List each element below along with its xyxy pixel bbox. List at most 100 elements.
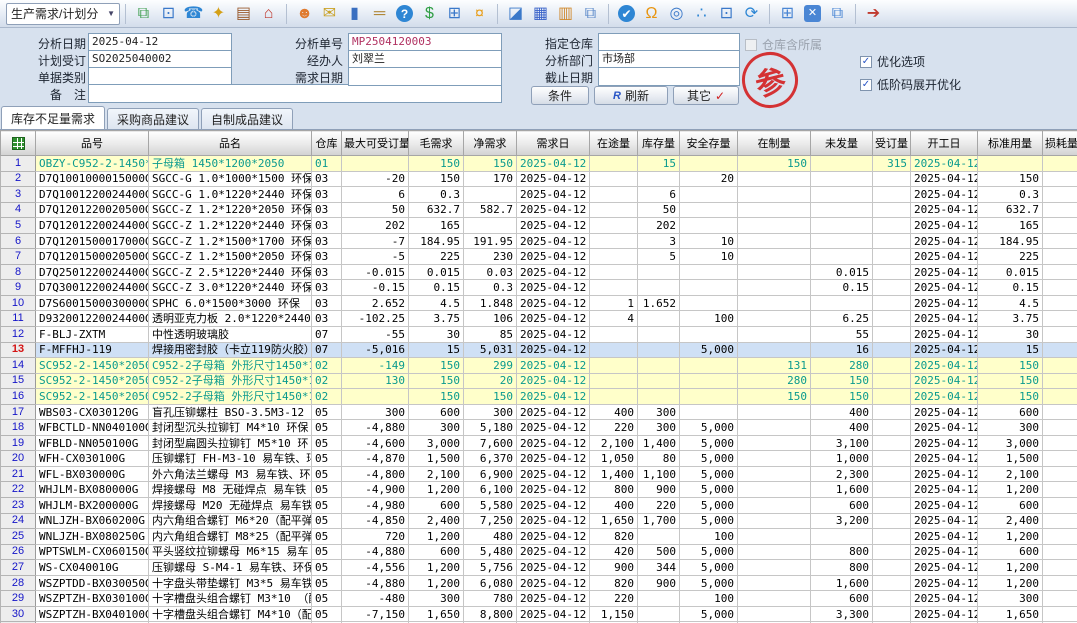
table-row[interactable]: 21WFL-BX030000G外六角法兰螺母 M3 易车铁、环05-4,8002…: [1, 466, 1077, 482]
table-cell[interactable]: SC952-2-1450*2050-1: [36, 373, 149, 389]
column-header[interactable]: 需求日: [517, 131, 590, 156]
row-number[interactable]: 12: [1, 327, 36, 343]
column-header[interactable]: 最大可受订量: [342, 131, 409, 156]
table-cell[interactable]: 0.03: [464, 264, 517, 280]
table-cell[interactable]: [738, 560, 811, 576]
table-cell[interactable]: 05: [312, 560, 342, 576]
table-cell[interactable]: [738, 420, 811, 436]
table-cell[interactable]: 150: [811, 373, 873, 389]
table-cell[interactable]: 2025-04-12: [911, 187, 978, 203]
lock-key-icon[interactable]: ✦: [206, 3, 231, 25]
table-cell[interactable]: 1,200: [409, 529, 464, 545]
table-cell[interactable]: 632.7: [978, 202, 1043, 218]
table-cell[interactable]: 1,200: [978, 560, 1043, 576]
table-cell[interactable]: 外六角法兰螺母 M3 易车铁、环: [149, 466, 312, 482]
table-cell[interactable]: [638, 342, 680, 358]
table-cell[interactable]: WBS03-CX030120G: [36, 404, 149, 420]
table-row[interactable]: 2D7Q1001000015000GSGCC-G 1.0*1000*1500 环…: [1, 171, 1077, 187]
table-cell[interactable]: [638, 171, 680, 187]
table-cell[interactable]: 7,250: [464, 513, 517, 529]
table-cell[interactable]: 300: [638, 420, 680, 436]
table-cell[interactable]: 1,600: [811, 575, 873, 591]
table-cell[interactable]: [1043, 529, 1077, 545]
table-cell[interactable]: [873, 389, 911, 405]
export-excel-header-cell[interactable]: [1, 131, 36, 156]
table-cell[interactable]: [738, 218, 811, 234]
excel-icon[interactable]: [12, 137, 25, 150]
column-header[interactable]: 品号: [36, 131, 149, 156]
table-cell[interactable]: -4,900: [342, 482, 409, 498]
table-cell[interactable]: 2025-04-12: [517, 513, 590, 529]
table-cell[interactable]: 2025-04-12: [517, 529, 590, 545]
table-cell[interactable]: [873, 280, 911, 296]
shopping-cart-icon[interactable]: ⊞: [442, 3, 467, 25]
table-cell[interactable]: 2025-04-12: [517, 233, 590, 249]
table-row[interactable]: 4D7Q1201220020500GSGCC-Z 1.2*1220*2050 环…: [1, 202, 1077, 218]
table-cell[interactable]: [738, 327, 811, 343]
table-cell[interactable]: 2025-04-12: [911, 482, 978, 498]
table-cell[interactable]: [342, 389, 409, 405]
briefcase-icon[interactable]: ▤: [231, 3, 256, 25]
table-cell[interactable]: WFH-CX030100G: [36, 451, 149, 467]
table-cell[interactable]: 2025-04-12: [517, 156, 590, 172]
table-cell[interactable]: 2025-04-12: [911, 156, 978, 172]
table-cell[interactable]: 3.75: [409, 311, 464, 327]
table-cell[interactable]: 2025-04-12: [911, 544, 978, 560]
table-cell[interactable]: 2025-04-12: [517, 358, 590, 374]
mail-icon[interactable]: ✉: [317, 3, 342, 25]
table-cell[interactable]: 1,100: [638, 466, 680, 482]
table-cell[interactable]: [873, 264, 911, 280]
doc-search-icon[interactable]: ◎: [664, 3, 689, 25]
row-number[interactable]: 20: [1, 451, 36, 467]
table-cell[interactable]: 300: [464, 404, 517, 420]
table-cell[interactable]: WFBLD-NN050100G: [36, 435, 149, 451]
table-cell[interactable]: [873, 420, 911, 436]
table-cell[interactable]: 5,180: [464, 420, 517, 436]
table-cell[interactable]: D7Q3001220024400G: [36, 280, 149, 296]
column-header[interactable]: 受订量: [873, 131, 911, 156]
table-cell[interactable]: -5,016: [342, 342, 409, 358]
table-cell[interactable]: 20: [464, 373, 517, 389]
table-cell[interactable]: 130: [342, 373, 409, 389]
table-cell[interactable]: 150: [409, 171, 464, 187]
table-cell[interactable]: 85: [464, 327, 517, 343]
table-cell[interactable]: 3.75: [978, 311, 1043, 327]
table-cell[interactable]: 720: [342, 529, 409, 545]
table-cell[interactable]: 2025-04-12: [911, 264, 978, 280]
table-cell[interactable]: 150: [978, 171, 1043, 187]
table-cell[interactable]: 透明亚克力板 2.0*1220*2440 透: [149, 311, 312, 327]
table-cell[interactable]: [680, 373, 738, 389]
table-cell[interactable]: [1043, 358, 1077, 374]
table-cell[interactable]: 压铆螺钉 FH-M3-10 易车铁、环: [149, 451, 312, 467]
table-row[interactable]: 20WFH-CX030100G压铆螺钉 FH-M3-10 易车铁、环05-4,8…: [1, 451, 1077, 467]
row-number[interactable]: 29: [1, 591, 36, 607]
table-row[interactable]: 5D7Q1201220024400GSGCC-Z 1.2*1220*2440 环…: [1, 218, 1077, 234]
table-row[interactable]: 12F-BLJ-ZXTM中性透明玻璃胶07-5530852025-04-1255…: [1, 327, 1077, 343]
table-cell[interactable]: SPHC 6.0*1500*3000 环保: [149, 295, 312, 311]
table-cell[interactable]: [873, 311, 911, 327]
table-cell[interactable]: SGCC-Z 3.0*1220*2440 环保大光: [149, 280, 312, 296]
table-row[interactable]: 9D7Q3001220024400GSGCC-Z 3.0*1220*2440 环…: [1, 280, 1077, 296]
table-cell[interactable]: 4.5: [409, 295, 464, 311]
table-cell[interactable]: [738, 498, 811, 514]
table-row[interactable]: 23WHJLM-BX200000G焊接螺母 M20 无碰焊点 易车铁05-4,9…: [1, 498, 1077, 514]
table-cell[interactable]: 02: [312, 373, 342, 389]
table-cell[interactable]: F-BLJ-ZXTM: [36, 327, 149, 343]
tab-1[interactable]: 库存不足量需求: [1, 106, 105, 129]
table-cell[interactable]: [638, 280, 680, 296]
table-cell[interactable]: 2025-04-12: [517, 218, 590, 234]
table-cell[interactable]: 子母箱 1450*1200*2050: [149, 156, 312, 172]
table-cell[interactable]: 2025-04-12: [911, 202, 978, 218]
table-cell[interactable]: 焊接螺母 M8 无碰焊点 易车铁: [149, 482, 312, 498]
table-cell[interactable]: 05: [312, 498, 342, 514]
table-cell[interactable]: [738, 529, 811, 545]
table-cell[interactable]: [680, 404, 738, 420]
table-cell[interactable]: [1043, 404, 1077, 420]
demand-date-field[interactable]: [348, 67, 502, 86]
table-cell[interactable]: -7,150: [342, 606, 409, 622]
table-cell[interactable]: 600: [811, 498, 873, 514]
row-number[interactable]: 25: [1, 529, 36, 545]
table-cell[interactable]: [1043, 420, 1077, 436]
table-cell[interactable]: 2025-04-12: [517, 373, 590, 389]
table-cell[interactable]: 15: [978, 342, 1043, 358]
